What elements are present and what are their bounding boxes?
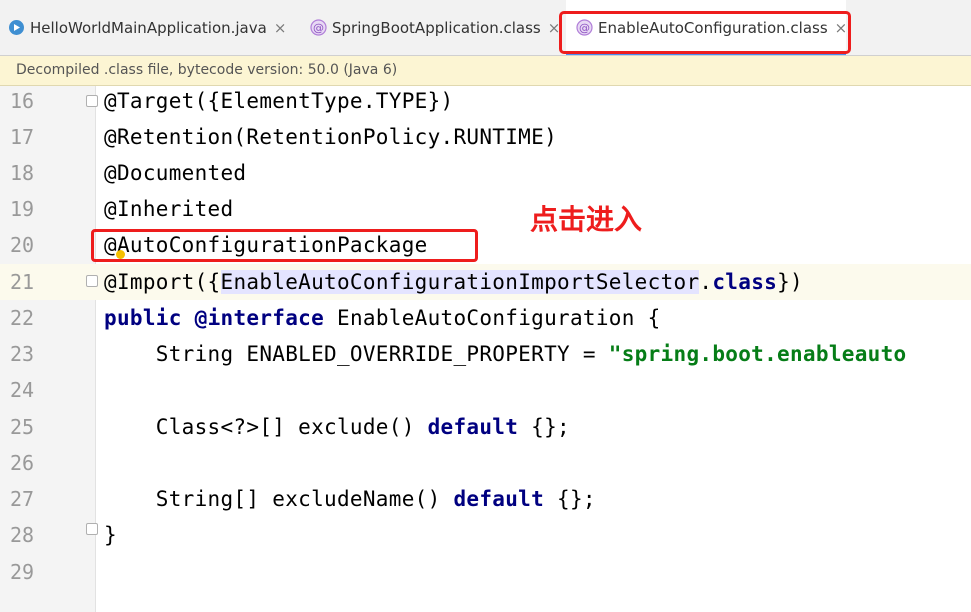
click-to-enter-annotation: 点击进入 [530,203,643,236]
close-icon[interactable]: × [274,19,287,37]
svg-text:@: @ [313,22,324,35]
tab-hello-world-main-application[interactable]: HelloWorldMainApplication.java × [8,0,298,55]
code-text: @Target({ElementType.TYPE}) [104,89,454,113]
annotation-icon: @ [310,19,327,36]
auto-configuration-package-annotation[interactable]: @AutoConfigurationPackage [104,227,428,263]
code-line: 19 @Inherited [0,191,971,227]
line-number: 21 [10,270,35,294]
code-text: @Documented [104,161,247,185]
code-line: 28 } [0,517,971,553]
code-text: @Import({EnableAutoConfigurationImportSe… [104,264,803,300]
code-text: String ENABLED_OVERRIDE_PROPERTY = "spri… [104,336,906,372]
code-line: 16 @Target({ElementType.TYPE}) [0,83,971,119]
code-text: @Retention(RetentionPolicy.RUNTIME) [104,125,558,149]
decompiled-banner: Decompiled .class file, bytecode version… [0,56,971,86]
intention-bulb-icon[interactable] [116,250,125,259]
string-token: "spring.boot.enableauto [608,342,907,366]
selected-class-name[interactable]: EnableAutoConfigurationImportSelector [220,270,700,294]
line-number: 24 [10,378,35,402]
keyword-token: @interface [194,306,325,330]
code-token: }) [777,270,803,294]
line-number: 18 [10,161,35,185]
line-number: 17 [10,125,35,149]
tab-label: SpringBootApplication.class [332,18,541,37]
editor-tab-bar: HelloWorldMainApplication.java × @ Sprin… [0,0,971,56]
tab-enable-auto-configuration[interactable]: @ EnableAutoConfiguration.class × [566,0,848,55]
line-number: 22 [10,306,35,330]
code-token: @Import({ [104,270,221,294]
code-token: {}; [544,487,596,511]
fold-marker-icon[interactable] [86,523,98,535]
keyword-token: default [427,415,519,439]
code-line: 27 String[] excludeName() default {}; [0,481,971,517]
code-line: 23 String ENABLED_OVERRIDE_PROPERTY = "s… [0,336,971,372]
fold-marker-icon[interactable] [86,275,98,287]
keyword-token: default [453,487,545,511]
line-number: 28 [10,523,35,547]
code-text: @Inherited [104,197,234,221]
line-number: 16 [10,89,35,113]
java-class-icon [8,19,25,36]
close-icon[interactable]: × [835,19,848,37]
code-line: 20 @AutoConfigurationPackage [0,227,971,263]
line-number: 19 [10,197,35,221]
tab-label: HelloWorldMainApplication.java [30,18,267,37]
line-number: 29 [10,560,35,584]
code-text: String[] excludeName() default {}; [104,481,596,517]
fold-marker-icon[interactable] [86,95,98,107]
line-number: 27 [10,487,35,511]
code-token: String[] excludeName() [104,487,454,511]
code-line: 17 @Retention(RetentionPolicy.RUNTIME) [0,119,971,155]
keyword-token: class [712,270,778,294]
close-icon[interactable]: × [548,19,561,37]
code-line: 25 Class<?>[] exclude() default {}; [0,409,971,445]
code-line: 26 [0,445,971,481]
code-text: Class<?>[] exclude() default {}; [104,409,570,445]
tab-label: EnableAutoConfiguration.class [598,18,828,37]
code-line-current: 21 @Import({EnableAutoConfigurationImpor… [0,264,971,300]
code-line: 24 [0,372,971,408]
code-token: String ENABLED_OVERRIDE_PROPERTY = [104,342,609,366]
code-line: 22 public @interface EnableAutoConfigura… [0,300,971,336]
code-line: 18 @Documented [0,155,971,191]
annotation-icon: @ [576,19,593,36]
code-token: EnableAutoConfiguration { [324,306,661,330]
code-token: {}; [518,415,570,439]
line-number: 26 [10,451,35,475]
keyword-token: public [104,306,182,330]
line-number: 23 [10,342,35,366]
tab-spring-boot-application[interactable]: @ SpringBootApplication.class × [310,0,560,55]
code-text: public @interface EnableAutoConfiguratio… [104,300,661,336]
code-token: Class<?>[] exclude() [104,415,428,439]
code-text: } [104,523,117,547]
line-number: 25 [10,415,35,439]
code-line: 29 [0,554,971,590]
code-token: . [699,270,713,294]
svg-text:@: @ [579,22,590,35]
line-number: 20 [10,233,35,257]
